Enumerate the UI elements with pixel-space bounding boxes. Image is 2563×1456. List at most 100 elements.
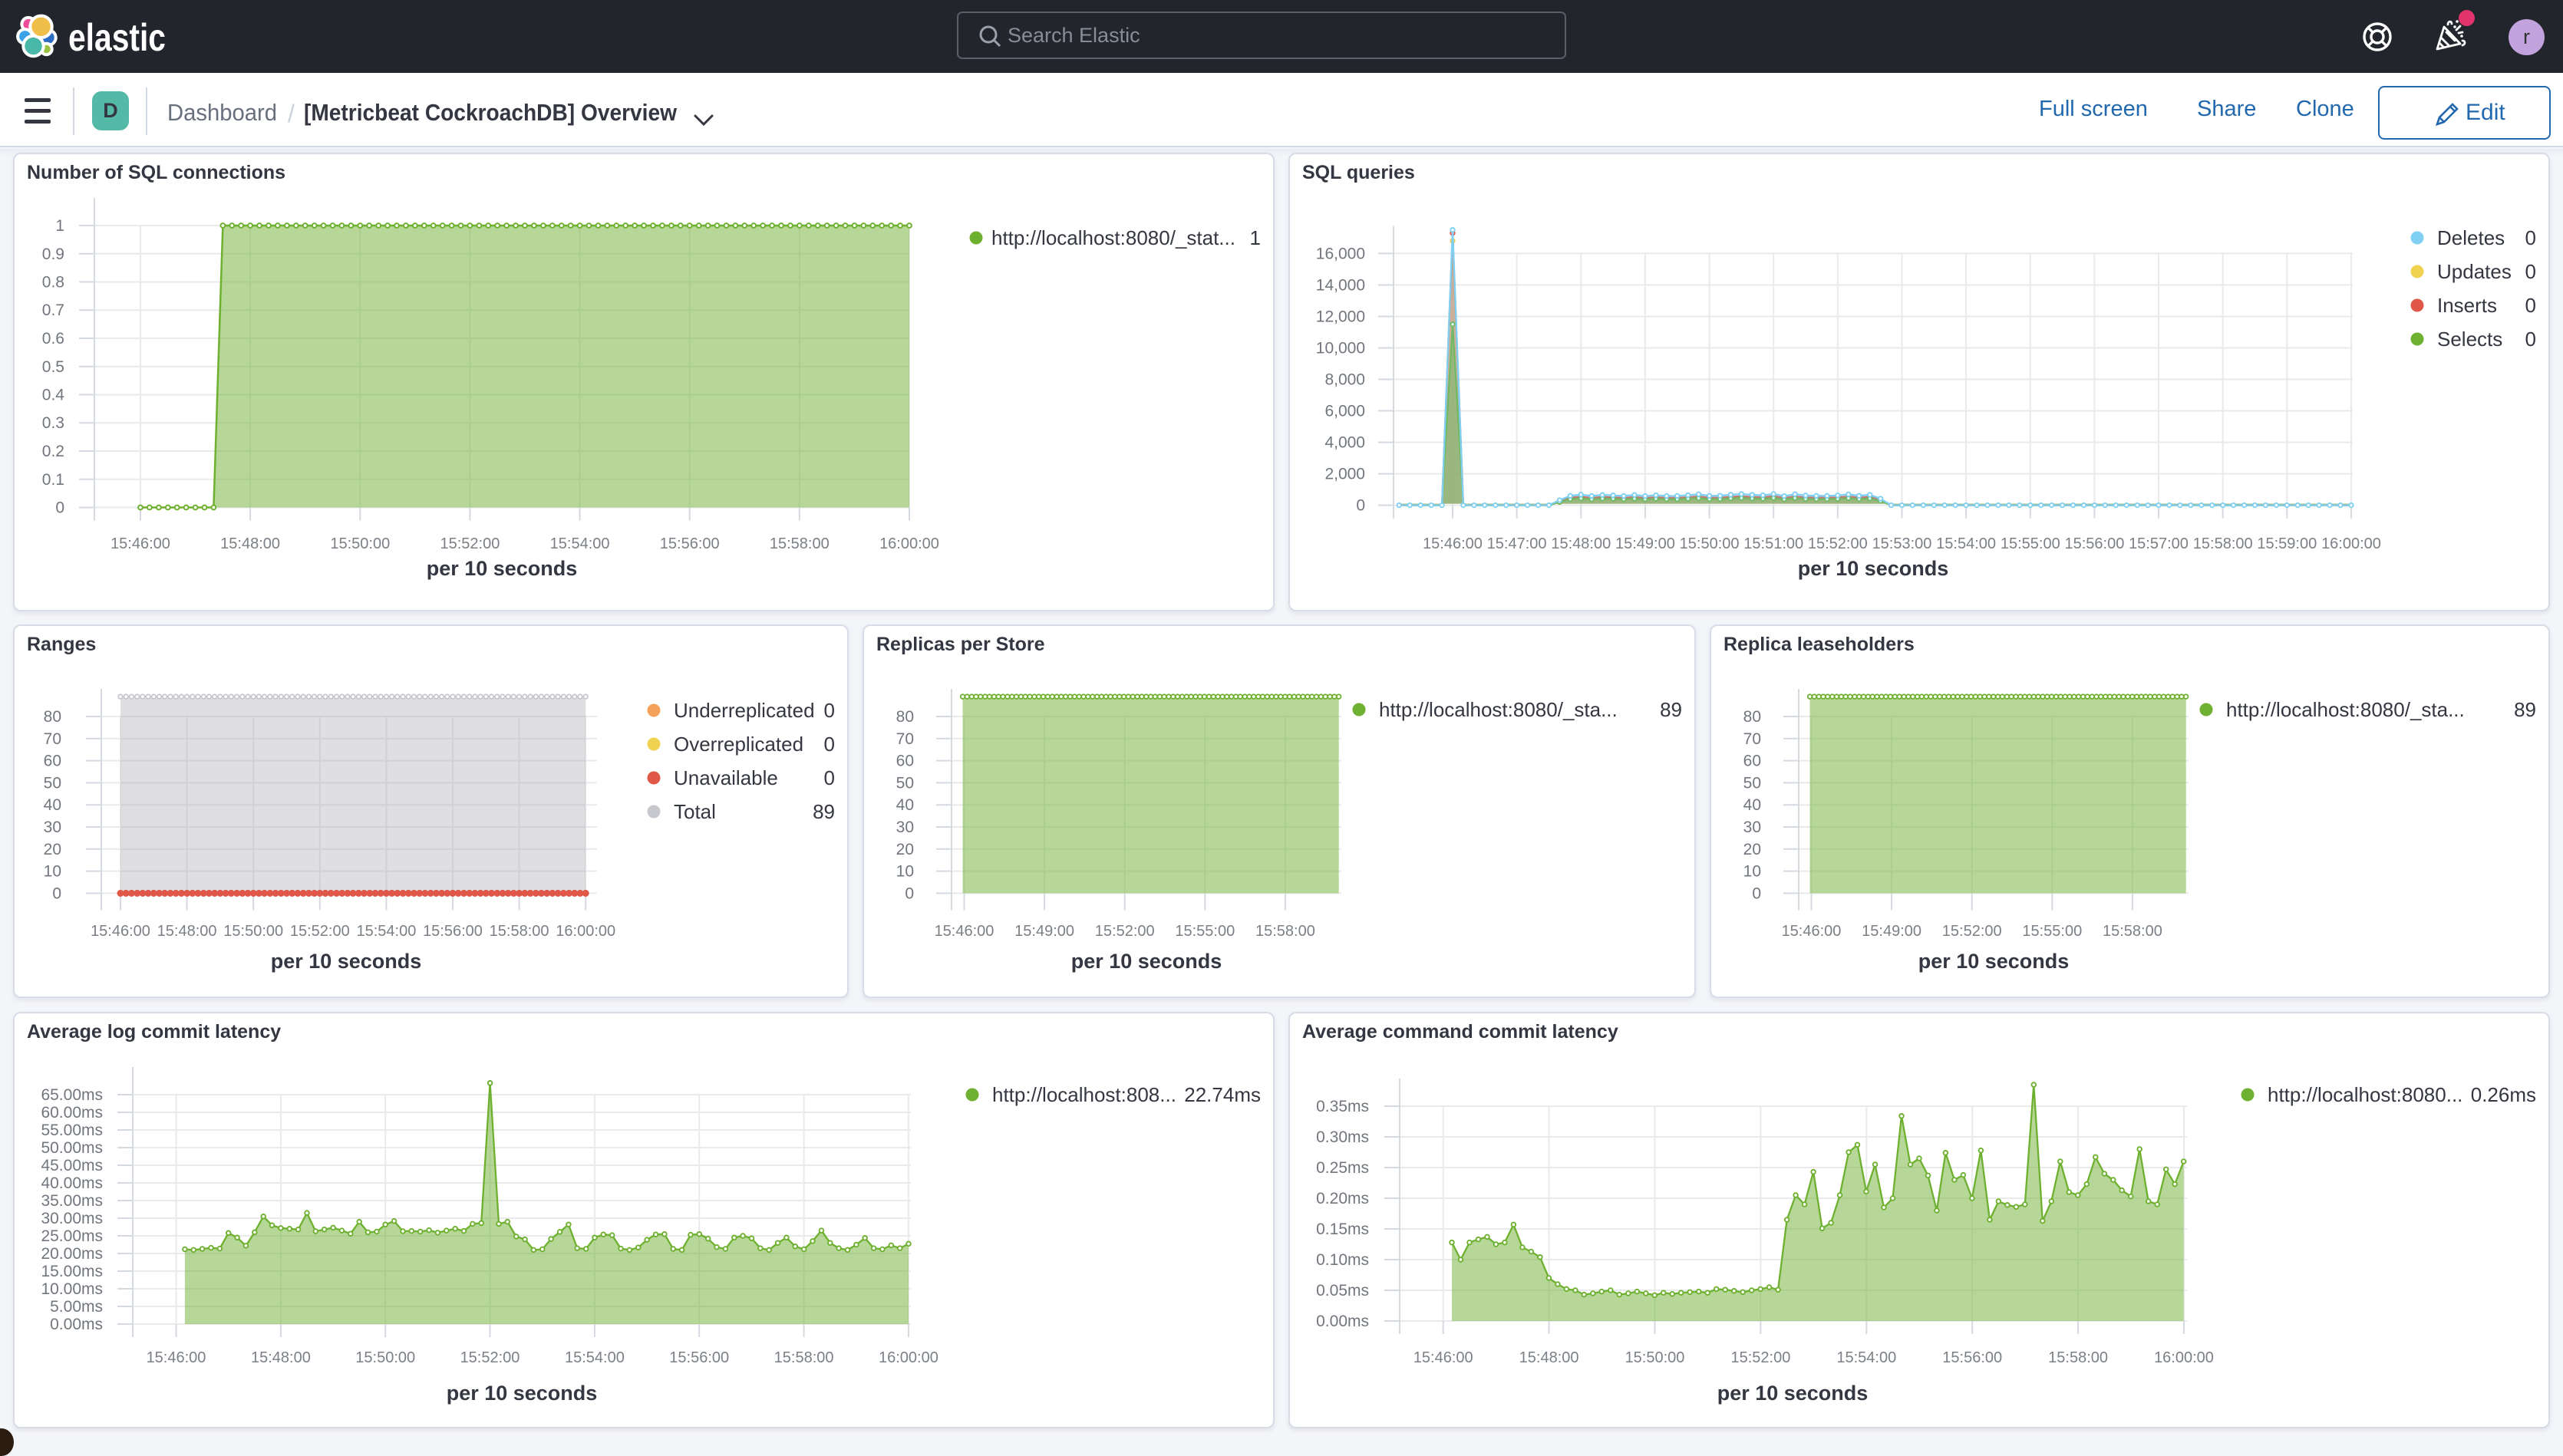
svg-text:15:54:00: 15:54:00 <box>550 535 610 552</box>
svg-text:0: 0 <box>824 733 835 756</box>
svg-text:15:46:00: 15:46:00 <box>147 1349 206 1366</box>
svg-text:15:46:00: 15:46:00 <box>1413 1349 1473 1366</box>
svg-text:15:48:00: 15:48:00 <box>1519 1349 1579 1366</box>
svg-text:Total: Total <box>674 800 716 823</box>
svg-text:45.00ms: 45.00ms <box>41 1157 103 1174</box>
svg-text:15:52:00: 15:52:00 <box>290 923 350 940</box>
svg-text:0: 0 <box>2525 226 2536 249</box>
svg-text:15:58:00: 15:58:00 <box>2193 535 2253 552</box>
svg-text:0.5: 0.5 <box>42 358 64 376</box>
svg-text:15:47:00: 15:47:00 <box>1487 535 1547 552</box>
svg-text:16:00:00: 16:00:00 <box>879 535 939 552</box>
svg-text:per 10 seconds: per 10 seconds <box>1798 557 1949 580</box>
svg-text:15:58:00: 15:58:00 <box>770 535 830 552</box>
svg-text:Replica leaseholders: Replica leaseholders <box>1724 634 1915 655</box>
svg-text:89: 89 <box>813 800 835 823</box>
svg-text:Deletes: Deletes <box>2437 226 2505 249</box>
svg-text:Dashboard: Dashboard <box>167 99 277 126</box>
svg-text:40: 40 <box>896 796 914 814</box>
svg-text:0.7: 0.7 <box>42 301 64 319</box>
svg-text:50: 50 <box>44 774 61 792</box>
svg-text:80: 80 <box>1743 708 1761 726</box>
svg-text:16:00:00: 16:00:00 <box>2321 535 2381 552</box>
svg-text:15:58:00: 15:58:00 <box>1255 923 1315 940</box>
svg-text:15:55:00: 15:55:00 <box>2022 923 2082 940</box>
svg-text:0.25ms: 0.25ms <box>1316 1159 1369 1177</box>
svg-text:15:56:00: 15:56:00 <box>660 535 720 552</box>
svg-text:Average command commit latency: Average command commit latency <box>1302 1021 1618 1043</box>
svg-text:0.30ms: 0.30ms <box>1316 1128 1369 1146</box>
svg-text:15:54:00: 15:54:00 <box>1936 535 1996 552</box>
svg-text:15:53:00: 15:53:00 <box>1872 535 1932 552</box>
svg-text:per 10 seconds: per 10 seconds <box>447 1382 598 1405</box>
svg-text:15:48:00: 15:48:00 <box>220 535 280 552</box>
svg-text:10,000: 10,000 <box>1316 340 1365 357</box>
svg-text:0.9: 0.9 <box>42 245 64 263</box>
svg-text:0: 0 <box>824 699 835 722</box>
svg-text:15:48:00: 15:48:00 <box>251 1349 311 1366</box>
svg-text:per 10 seconds: per 10 seconds <box>271 950 422 973</box>
svg-text:10: 10 <box>1743 863 1761 881</box>
svg-text:15:54:00: 15:54:00 <box>1836 1349 1896 1366</box>
svg-text:89: 89 <box>1660 698 1682 721</box>
svg-text:89: 89 <box>2514 698 2536 721</box>
svg-text:50: 50 <box>1743 774 1761 792</box>
svg-text:50: 50 <box>896 774 914 792</box>
svg-text:0.20ms: 0.20ms <box>1316 1190 1369 1207</box>
svg-text:25.00ms: 25.00ms <box>41 1227 103 1245</box>
svg-text:15:50:00: 15:50:00 <box>355 1349 415 1366</box>
svg-text:15:46:00: 15:46:00 <box>91 923 150 940</box>
svg-text:16,000: 16,000 <box>1316 245 1365 262</box>
svg-text:20: 20 <box>896 841 914 858</box>
svg-text:15:49:00: 15:49:00 <box>1862 923 1921 940</box>
svg-text:80: 80 <box>44 708 61 726</box>
svg-text:15:46:00: 15:46:00 <box>111 535 170 552</box>
svg-text:15:48:00: 15:48:00 <box>1551 535 1611 552</box>
svg-text:15.00ms: 15.00ms <box>41 1263 103 1280</box>
svg-text:0.4: 0.4 <box>42 387 65 404</box>
svg-text:0.05ms: 0.05ms <box>1316 1282 1369 1300</box>
svg-text:30: 30 <box>44 819 61 836</box>
svg-text:15:52:00: 15:52:00 <box>1808 535 1868 552</box>
svg-text:10: 10 <box>896 863 914 881</box>
svg-text:16:00:00: 16:00:00 <box>879 1349 938 1366</box>
svg-text:0.15ms: 0.15ms <box>1316 1220 1369 1238</box>
svg-text:0: 0 <box>55 499 64 517</box>
svg-text:2,000: 2,000 <box>1324 466 1365 483</box>
svg-text:30: 30 <box>896 819 914 836</box>
svg-text:SQL queries: SQL queries <box>1302 162 1415 183</box>
svg-text:0.2: 0.2 <box>42 443 64 460</box>
svg-text:15:50:00: 15:50:00 <box>330 535 390 552</box>
svg-text:15:52:00: 15:52:00 <box>460 1349 520 1366</box>
svg-text:15:52:00: 15:52:00 <box>1095 923 1155 940</box>
svg-text:65.00ms: 65.00ms <box>41 1086 103 1104</box>
svg-text:15:52:00: 15:52:00 <box>1942 923 2002 940</box>
svg-text:8,000: 8,000 <box>1324 371 1365 389</box>
svg-text:http://localhost:8080/_stat...: http://localhost:8080/_stat... <box>991 226 1235 249</box>
svg-text:15:46:00: 15:46:00 <box>935 923 995 940</box>
svg-text:60.00ms: 60.00ms <box>41 1104 103 1122</box>
svg-text:0.00ms: 0.00ms <box>50 1316 103 1333</box>
svg-text:15:54:00: 15:54:00 <box>565 1349 625 1366</box>
svg-text:0: 0 <box>2525 260 2536 283</box>
svg-text:70: 70 <box>44 730 61 748</box>
svg-text:15:50:00: 15:50:00 <box>1680 535 1740 552</box>
svg-text:40: 40 <box>44 796 61 814</box>
svg-text:35.00ms: 35.00ms <box>41 1192 103 1210</box>
svg-text:15:46:00: 15:46:00 <box>1782 923 1842 940</box>
svg-text:0.3: 0.3 <box>42 414 64 432</box>
svg-text:0.6: 0.6 <box>42 330 64 348</box>
svg-text:15:51:00: 15:51:00 <box>1743 535 1803 552</box>
svg-text:15:46:00: 15:46:00 <box>1423 535 1483 552</box>
svg-text:15:56:00: 15:56:00 <box>1942 1349 2002 1366</box>
svg-text:0: 0 <box>2525 328 2536 351</box>
svg-text:15:58:00: 15:58:00 <box>2048 1349 2108 1366</box>
svg-text:15:56:00: 15:56:00 <box>669 1349 729 1366</box>
svg-text:15:49:00: 15:49:00 <box>1014 923 1074 940</box>
svg-text:15:56:00: 15:56:00 <box>423 923 483 940</box>
svg-text:0.1: 0.1 <box>42 471 64 489</box>
svg-text:per 10 seconds: per 10 seconds <box>1918 950 2070 973</box>
svg-text:Updates: Updates <box>2437 260 2512 283</box>
svg-text:0.10ms: 0.10ms <box>1316 1251 1369 1269</box>
svg-text:70: 70 <box>1743 730 1761 748</box>
